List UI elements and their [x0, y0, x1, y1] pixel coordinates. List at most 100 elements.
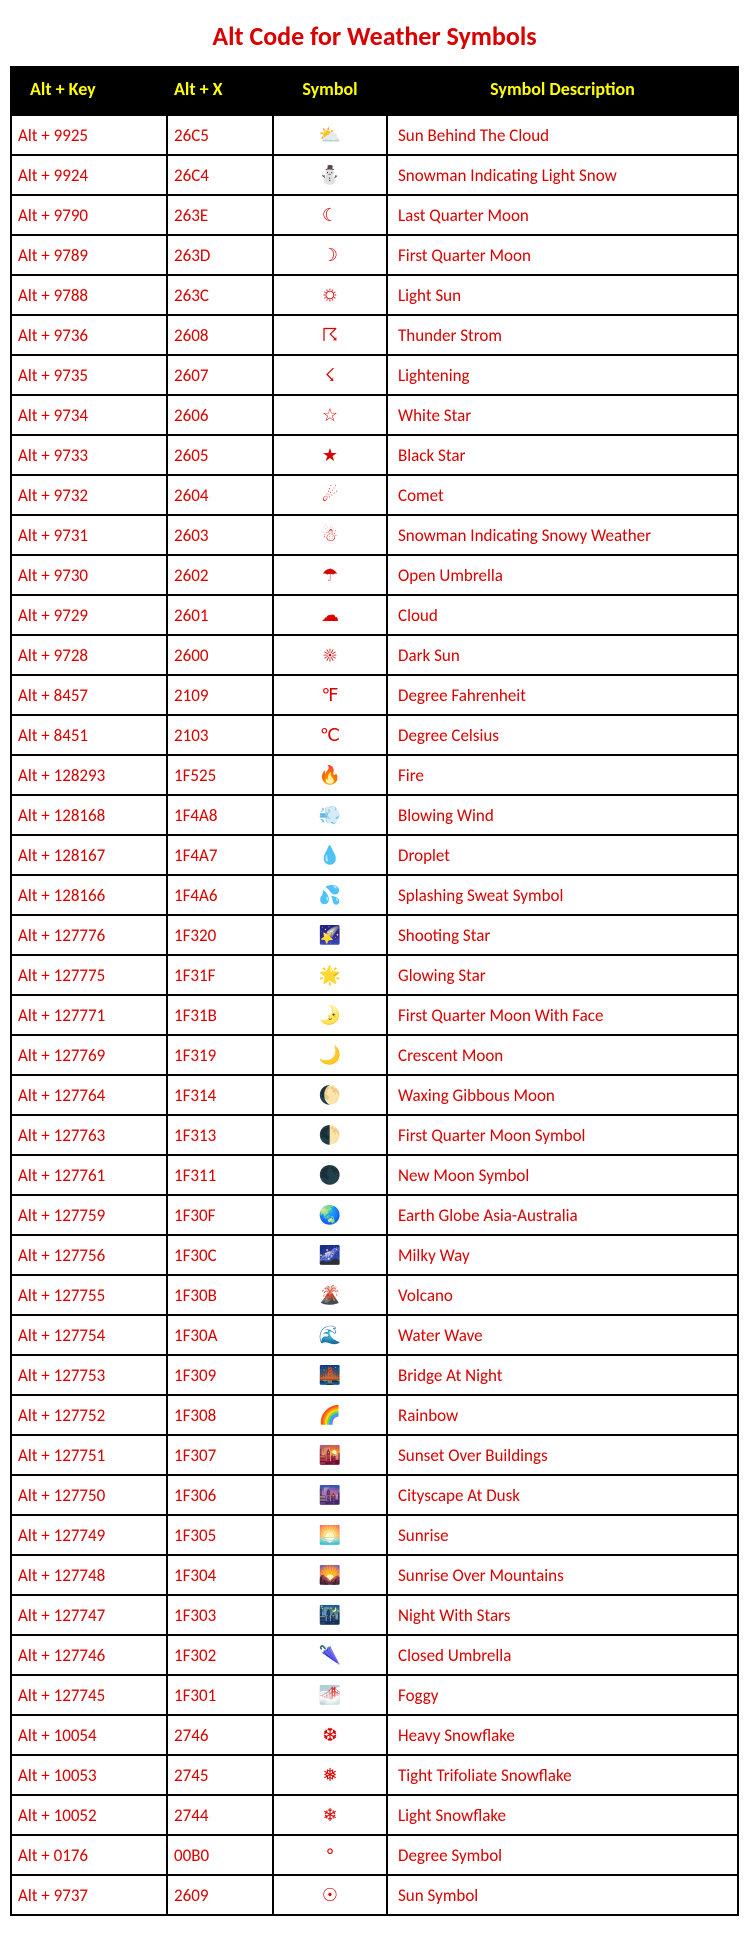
cell-symbol: ☄	[273, 475, 387, 515]
cell-alt-key: Alt + 128293	[11, 755, 167, 795]
cell-alt-x: 1F320	[167, 915, 273, 955]
cell-symbol: ★	[273, 435, 387, 475]
cell-symbol: 🌊	[273, 1315, 387, 1355]
cell-desc: Dark Sun	[387, 635, 738, 675]
cell-symbol: 🌠	[273, 915, 387, 955]
cell-alt-x: 2601	[167, 595, 273, 635]
cell-desc: Volcano	[387, 1275, 738, 1315]
cell-desc: Crescent Moon	[387, 1035, 738, 1075]
table-row: Alt + 97372609☉Sun Symbol	[11, 1875, 738, 1915]
cell-desc: Shooting Star	[387, 915, 738, 955]
table-row: Alt + 017600B0°Degree Symbol	[11, 1835, 738, 1875]
cell-alt-key: Alt + 9789	[11, 235, 167, 275]
cell-desc: Closed Umbrella	[387, 1635, 738, 1675]
cell-alt-x: 1F307	[167, 1435, 273, 1475]
table-row: Alt + 97322604☄Comet	[11, 475, 738, 515]
table-header-row: Alt + Key Alt + X Symbol Symbol Descript…	[11, 67, 738, 115]
table-row: Alt + 992426C4⛄Snowman Indicating Light …	[11, 155, 738, 195]
cell-desc: First Quarter Moon	[387, 235, 738, 275]
table-row: Alt + 1277451F301🌁Foggy	[11, 1675, 738, 1715]
cell-alt-key: Alt + 127756	[11, 1235, 167, 1275]
cell-symbol: °	[273, 1835, 387, 1875]
cell-symbol: 🔥	[273, 755, 387, 795]
cell-symbol: ☆	[273, 395, 387, 435]
cell-symbol: ℃	[273, 715, 387, 755]
cell-alt-key: Alt + 9925	[11, 115, 167, 155]
cell-symbol: 🌃	[273, 1595, 387, 1635]
cell-desc: Fire	[387, 755, 738, 795]
alt-code-table: Alt + Key Alt + X Symbol Symbol Descript…	[10, 66, 739, 1916]
table-row: Alt + 1281661F4A6💦Splashing Sweat Symbol	[11, 875, 738, 915]
cell-alt-key: Alt + 127746	[11, 1635, 167, 1675]
cell-symbol: 💨	[273, 795, 387, 835]
cell-desc: Droplet	[387, 835, 738, 875]
cell-desc: Milky Way	[387, 1235, 738, 1275]
cell-desc: Lightening	[387, 355, 738, 395]
cell-alt-key: Alt + 9731	[11, 515, 167, 555]
cell-symbol: ❅	[273, 1755, 387, 1795]
table-row: Alt + 84512103℃Degree Celsius	[11, 715, 738, 755]
cell-symbol: ⛅	[273, 115, 387, 155]
cell-alt-x: 1F311	[167, 1155, 273, 1195]
table-row: Alt + 100532745❅Tight Trifoliate Snowfla…	[11, 1755, 738, 1795]
table-row: Alt + 1277631F313🌓First Quarter Moon Sym…	[11, 1115, 738, 1155]
cell-desc: Snowman Indicating Snowy Weather	[387, 515, 738, 555]
table-row: Alt + 992526C5⛅Sun Behind The Cloud	[11, 115, 738, 155]
table-row: Alt + 1277541F30A🌊Water Wave	[11, 1315, 738, 1355]
cell-symbol: 🌙	[273, 1035, 387, 1075]
cell-alt-x: 2746	[167, 1715, 273, 1755]
cell-alt-x: 1F301	[167, 1675, 273, 1715]
cell-alt-key: Alt + 128168	[11, 795, 167, 835]
cell-symbol: ❆	[273, 1715, 387, 1755]
table-row: Alt + 1277551F30B🌋Volcano	[11, 1275, 738, 1315]
header-alt-x: Alt + X	[167, 67, 273, 115]
cell-desc: Degree Symbol	[387, 1835, 738, 1875]
cell-desc: Earth Globe Asia-Australia	[387, 1195, 738, 1235]
cell-symbol: 🌂	[273, 1635, 387, 1675]
cell-symbol: 🌄	[273, 1555, 387, 1595]
cell-alt-x: 1F4A6	[167, 875, 273, 915]
cell-alt-x: 1F319	[167, 1035, 273, 1075]
cell-alt-x: 1F302	[167, 1635, 273, 1675]
cell-desc: Sunrise Over Mountains	[387, 1555, 738, 1595]
cell-desc: Sunset Over Buildings	[387, 1435, 738, 1475]
cell-alt-key: Alt + 127764	[11, 1075, 167, 1115]
cell-alt-key: Alt + 9924	[11, 155, 167, 195]
cell-alt-key: Alt + 9730	[11, 555, 167, 595]
cell-alt-x: 26C5	[167, 115, 273, 155]
cell-alt-x: 2609	[167, 1875, 273, 1915]
cell-symbol: ☼	[273, 275, 387, 315]
cell-alt-x: 1F31B	[167, 995, 273, 1035]
cell-alt-x: 2103	[167, 715, 273, 755]
cell-symbol: ☉	[273, 1875, 387, 1915]
cell-alt-key: Alt + 8457	[11, 675, 167, 715]
cell-desc: White Star	[387, 395, 738, 435]
cell-alt-key: Alt + 127761	[11, 1155, 167, 1195]
cell-alt-key: Alt + 0176	[11, 1835, 167, 1875]
cell-alt-x: 1F30A	[167, 1315, 273, 1355]
cell-alt-key: Alt + 127748	[11, 1555, 167, 1595]
cell-alt-key: Alt + 128167	[11, 835, 167, 875]
table-row: Alt + 1277471F303🌃Night With Stars	[11, 1595, 738, 1635]
cell-alt-key: Alt + 9735	[11, 355, 167, 395]
cell-alt-x: 26C4	[167, 155, 273, 195]
cell-alt-key: Alt + 127752	[11, 1395, 167, 1435]
cell-desc: Light Snowflake	[387, 1795, 738, 1835]
cell-symbol: 🌅	[273, 1515, 387, 1555]
cell-alt-key: Alt + 9734	[11, 395, 167, 435]
table-row: Alt + 1277561F30C🌌Milky Way	[11, 1235, 738, 1275]
cell-symbol: ☂	[273, 555, 387, 595]
cell-symbol: 🌟	[273, 955, 387, 995]
cell-desc: Sunrise	[387, 1515, 738, 1555]
cell-symbol: ☃	[273, 515, 387, 555]
cell-alt-x: 00B0	[167, 1835, 273, 1875]
table-row: Alt + 1277641F314🌔Waxing Gibbous Moon	[11, 1075, 738, 1115]
cell-alt-key: Alt + 10054	[11, 1715, 167, 1755]
table-row: Alt + 1277531F309🌉Bridge At Night	[11, 1355, 738, 1395]
header-desc: Symbol Description	[387, 67, 738, 115]
table-row: Alt + 97362608☈Thunder Strom	[11, 315, 738, 355]
cell-alt-key: Alt + 9790	[11, 195, 167, 235]
table-row: Alt + 1277611F311🌑New Moon Symbol	[11, 1155, 738, 1195]
cell-alt-key: Alt + 9788	[11, 275, 167, 315]
cell-desc: Tight Trifoliate Snowflake	[387, 1755, 738, 1795]
